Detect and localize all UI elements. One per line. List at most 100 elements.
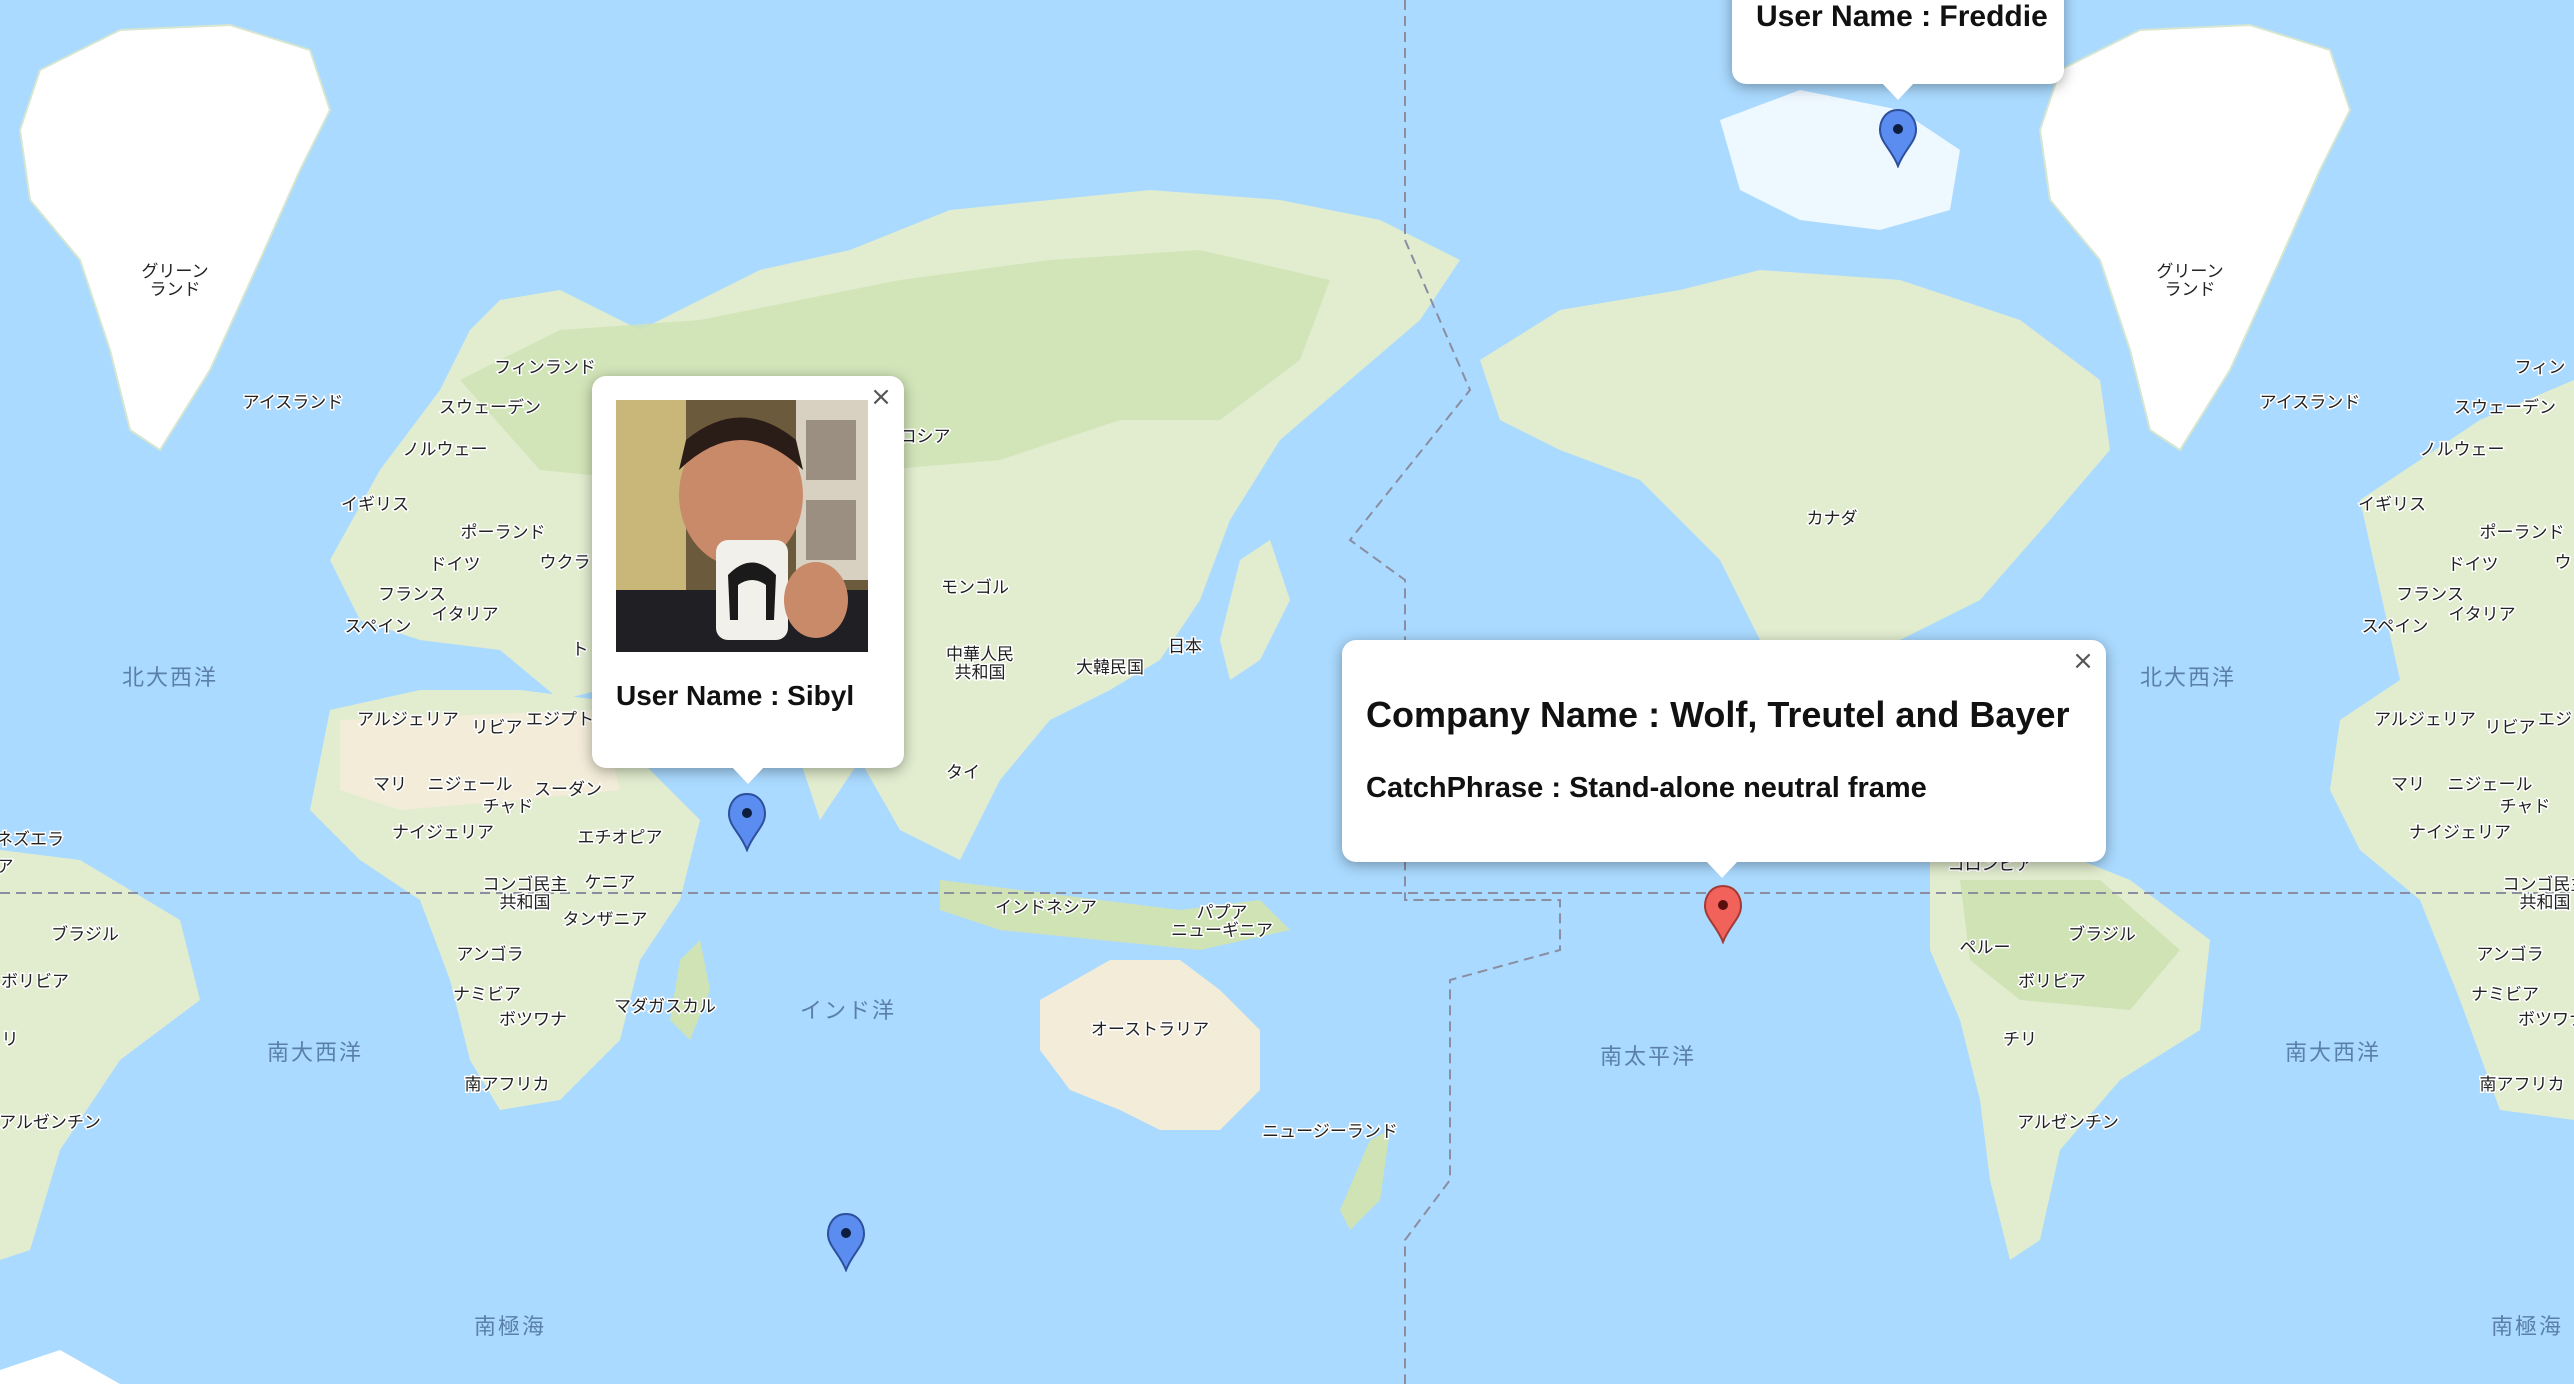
country-label-niger-e: ニジェール — [2448, 775, 2533, 795]
ocean-label-south-atlantic-e: 南大西洋 — [2285, 1041, 2381, 1066]
country-label-poland: ポーランド — [461, 523, 546, 543]
country-label-angola: アンゴラ — [456, 944, 523, 965]
country-label-madagascar: マダガスカル — [614, 997, 716, 1017]
close-icon[interactable]: × — [868, 384, 894, 410]
country-label-libya: リビア — [472, 718, 523, 738]
country-label-nigeria: ナイジェリア — [392, 823, 494, 843]
country-label-iceland-w: アイスランド — [243, 393, 344, 413]
country-label-indonesia: インドネシア — [995, 898, 1097, 918]
country-label-nz: ニュージーランド — [1262, 1122, 1398, 1142]
country-label-uk: イギリス — [341, 495, 409, 515]
country-label-venezuela: ネズエラ — [0, 830, 64, 850]
country-label-angola-e: アンゴラ — [2476, 944, 2543, 965]
country-label-tanzania: タンザニア — [563, 910, 648, 930]
ocean-label-southern-ocean-e: 南極海 — [2491, 1315, 2563, 1340]
country-label-namibia: ナミビア — [453, 985, 521, 1005]
country-label-korea: 大韓民国 — [1076, 658, 1144, 678]
catch-phrase: CatchPhrase : Stand-alone neutral frame — [1366, 772, 1927, 804]
country-label-spain: スペイン — [345, 617, 412, 637]
country-label-norway-e: ノルウェー — [2420, 440, 2505, 460]
country-label-sweden-e: スウェーデン — [2454, 397, 2556, 418]
country-label-greenland-w: グリーンランド — [141, 262, 208, 300]
country-label-ukraine: ウクラ — [540, 553, 591, 573]
country-label-egypt-e: エジ — [2538, 710, 2572, 730]
country-label-russia: ロシア — [900, 427, 951, 447]
country-label-ethiopia: エチオピア — [578, 828, 663, 848]
ocean-label-indian-ocean: インド洋 — [800, 999, 896, 1024]
country-label-italy: イタリア — [431, 605, 498, 625]
ocean-label-southern-ocean-w: 南極海 — [474, 1315, 546, 1340]
country-label-uk-e: イギリス — [2358, 495, 2426, 515]
country-label-sudan: スーダン — [534, 780, 602, 800]
person-photo-icon — [616, 400, 868, 652]
country-label-norway: ノルウェー — [403, 440, 488, 460]
country-label-china: 中華人民共和国 — [946, 645, 1014, 683]
country-label-chad-e: チャド — [2500, 797, 2551, 817]
world-map[interactable]: グリーンランド グリーンランドアイスランド アイスランド フィンランド フィンスウェーデ… — [0, 0, 2574, 1384]
country-label-australia: オーストラリア — [1091, 1020, 1209, 1040]
popup-freddie: User Name : Freddie — [1732, 0, 2064, 100]
country-label-greenland-e: グリーンランド — [2156, 262, 2223, 300]
country-label-frag-a: ア — [0, 857, 14, 877]
country-label-finland-e: フィン — [2515, 358, 2566, 378]
country-label-botswana: ボツワナ — [499, 1010, 567, 1030]
popup-tail — [1706, 861, 1738, 878]
ocean-label-north-atlantic-w: 北大西洋 — [122, 666, 218, 691]
country-label-chad: チャド — [483, 797, 534, 817]
country-label-botswana-e: ボツワナ — [2518, 1010, 2574, 1030]
country-label-finland: フィンランド — [494, 358, 596, 378]
country-label-poland-e: ポーランド — [2480, 523, 2565, 543]
country-label-canada: カナダ — [1807, 509, 1858, 529]
country-label-brazil-w: ブラジル — [51, 924, 119, 945]
country-label-iceland-e: アイスランド — [2260, 393, 2361, 413]
country-label-germany: ドイツ — [430, 555, 481, 575]
country-label-bolivia-w: ボリビア — [1, 972, 69, 992]
country-label-germany-e: ドイツ — [2448, 555, 2499, 575]
marker-sibyl[interactable] — [727, 792, 767, 852]
marker-southern[interactable] — [826, 1212, 866, 1272]
country-label-argentina-w: アルゼンチン — [0, 1113, 101, 1133]
country-label-nigeria-e: ナイジェリア — [2409, 823, 2511, 843]
country-label-thailand: タイ — [946, 763, 980, 783]
country-label-egypt: エジプト — [526, 710, 594, 730]
country-label-mali-e: マリ — [2391, 775, 2425, 795]
country-label-bolivia-e: ボリビア — [2018, 972, 2086, 992]
country-label-chile-e: チリ — [2003, 1030, 2037, 1050]
country-label-peru: ペルー — [1960, 938, 2011, 958]
country-label-italy-e: イタリア — [2448, 605, 2515, 625]
country-label-algeria-e: アルジェリア — [2374, 710, 2476, 730]
popup-tail — [732, 767, 764, 784]
country-label-chile-w: リ — [2, 1030, 19, 1050]
ocean-label-south-pacific: 南太平洋 — [1600, 1045, 1696, 1070]
country-label-libya-e: リビア — [2485, 718, 2536, 738]
country-label-niger: ニジェール — [428, 775, 513, 795]
popup-tail — [1882, 83, 1914, 100]
country-label-brazil-e: ブラジル — [2068, 924, 2136, 945]
country-label-mali: マリ — [373, 775, 407, 795]
country-label-spain-e: スペイン — [2362, 617, 2429, 637]
ocean-label-north-atlantic-e: 北大西洋 — [2140, 666, 2236, 691]
country-label-ukraine-e: ウ — [2555, 553, 2572, 573]
country-label-south-africa: 南アフリカ — [465, 1075, 550, 1095]
country-label-japan: 日本 — [1168, 637, 1202, 657]
country-label-namibia-e: ナミビア — [2471, 985, 2539, 1005]
country-label-south-africa-e: 南アフリカ — [2480, 1075, 2565, 1095]
user-photo — [616, 400, 868, 652]
country-label-kenya: ケニア — [585, 873, 636, 893]
country-label-argentina-e: アルゼンチン — [2017, 1113, 2119, 1133]
freddie-user-name: User Name : Freddie — [1756, 0, 2048, 33]
country-label-turkey: ト — [572, 640, 589, 660]
country-label-algeria: アルジェリア — [357, 710, 459, 730]
country-label-sweden: スウェーデン — [439, 397, 541, 418]
popup-company: × Company Name : Wolf, Treutel and Bayer… — [1342, 640, 2106, 878]
popup-sibyl: × User Name : Sibyl — [592, 376, 904, 784]
sibyl-user-name: User Name : Sibyl — [616, 680, 855, 711]
close-icon[interactable]: × — [2070, 648, 2096, 674]
marker-company[interactable] — [1703, 884, 1743, 944]
country-label-france: フランス — [378, 585, 446, 605]
country-label-mongolia: モンゴル — [941, 577, 1009, 598]
marker-freddie[interactable] — [1878, 108, 1918, 168]
company-name: Company Name : Wolf, Treutel and Bayer — [1366, 694, 2070, 735]
ocean-label-south-atlantic-w: 南大西洋 — [267, 1041, 363, 1066]
country-label-france-e: フランス — [2396, 585, 2464, 605]
